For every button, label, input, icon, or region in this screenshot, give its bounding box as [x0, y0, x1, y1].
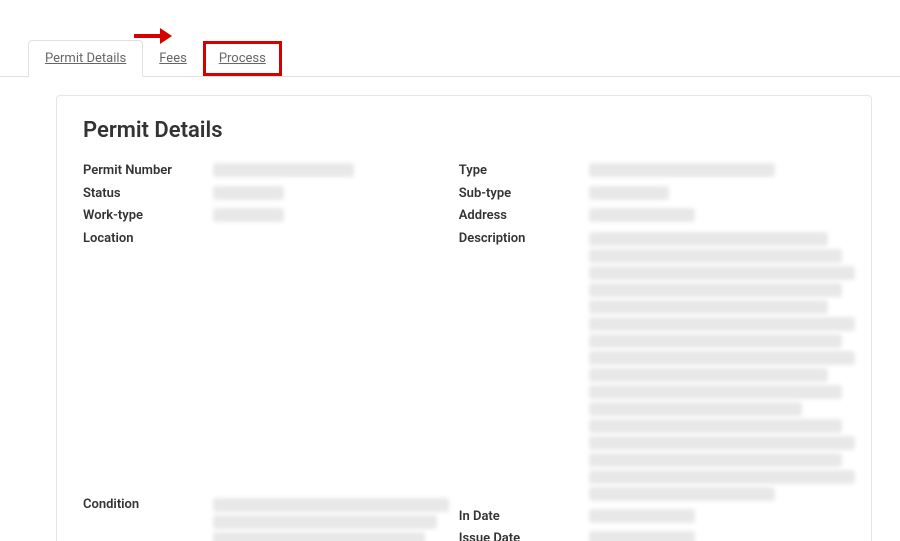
label-sub-type: Sub-type: [459, 184, 589, 204]
value-work-type: [213, 206, 449, 224]
value-type: [589, 161, 855, 179]
value-in-date: [589, 507, 855, 525]
value-address: [589, 206, 855, 224]
label-work-type: Work-type: [83, 206, 213, 226]
label-in-date: In Date: [459, 507, 589, 527]
label-address: Address: [459, 206, 589, 226]
tabs-row: Permit Details Fees Process: [0, 40, 900, 77]
value-sub-type: [589, 184, 855, 202]
tab-permit-details[interactable]: Permit Details: [28, 40, 143, 77]
value-condition: [213, 495, 449, 541]
arrow-annotation: [134, 26, 174, 46]
label-condition: Condition: [83, 495, 213, 515]
label-issue-date: Issue Date: [459, 529, 589, 541]
value-description: [589, 229, 855, 504]
left-column: Permit Number Status Work-type Location: [83, 161, 449, 541]
permit-details-panel: Permit Details Permit Number Status Work…: [56, 95, 872, 541]
value-permit-number: [213, 161, 449, 179]
label-description: Description: [459, 229, 589, 249]
value-issue-date: [589, 529, 855, 541]
value-status: [213, 184, 449, 202]
right-column: Type Sub-type Address Description: [459, 161, 855, 541]
label-type: Type: [459, 161, 589, 181]
tab-process[interactable]: Process: [203, 41, 282, 76]
panel-title: Permit Details: [83, 118, 845, 143]
label-location: Location: [83, 229, 213, 249]
label-status: Status: [83, 184, 213, 204]
label-permit-number: Permit Number: [83, 161, 213, 181]
